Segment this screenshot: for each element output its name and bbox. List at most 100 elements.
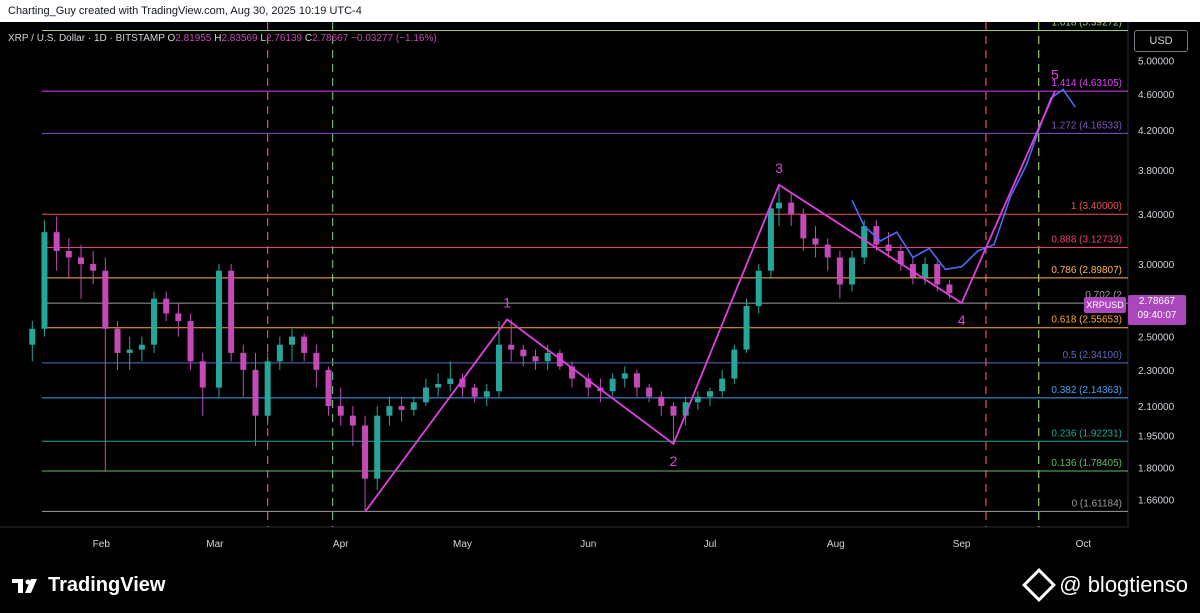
candle-body xyxy=(731,349,738,379)
candle-body xyxy=(374,415,381,479)
candle-body xyxy=(175,313,182,322)
symbol-name: XRP / U.S. Dollar · 1D · BITSTAMP xyxy=(8,33,165,44)
candle-body xyxy=(755,270,762,307)
candle-body xyxy=(386,406,393,416)
symbol-badge: XRPUSD xyxy=(1084,297,1126,313)
last-price-badge: 2.78667 09:40:07 xyxy=(1128,295,1186,325)
attribution-bar: Charting_Guy created with TradingView.co… xyxy=(0,0,1200,22)
candle-body xyxy=(410,402,417,410)
attribution-text: Charting_Guy created with TradingView.co… xyxy=(8,5,362,17)
fib-level-label: 0 (1.61184) xyxy=(1072,498,1122,509)
fib-level-label: 0.136 (1.78405) xyxy=(1051,458,1122,469)
high-value: 2.83569 xyxy=(221,33,258,44)
candle-body xyxy=(946,284,953,293)
x-tick-label: Mar xyxy=(206,539,224,550)
chart-area[interactable]: 1.618 (5.39272) 1.414 (4.63105) 1.272 (4.1… xyxy=(0,18,1200,560)
candle-body xyxy=(532,356,539,362)
candle-body xyxy=(508,344,515,350)
x-tick-label: Sep xyxy=(953,539,971,550)
candle-body xyxy=(658,396,665,407)
candle-body xyxy=(422,387,429,403)
candle-body xyxy=(520,349,527,357)
y-tick-label: 2.50000 xyxy=(1138,333,1175,344)
x-tick-label: May xyxy=(453,539,472,550)
fib-level-label: 0.236 (1.92231) xyxy=(1051,428,1122,439)
candle-body xyxy=(349,415,356,426)
candle-body xyxy=(849,257,856,285)
candle-body xyxy=(621,373,628,379)
projection-path xyxy=(851,88,1076,271)
candle-body xyxy=(289,336,296,345)
candle-body xyxy=(325,369,332,407)
change-value: −0.03277 (−1.16%) xyxy=(351,33,437,44)
candle-body xyxy=(114,328,121,353)
y-tick-label: 2.30000 xyxy=(1138,366,1175,377)
price-chart[interactable]: 1.618 (5.39272) 1.414 (4.63105) 1.272 (4.1… xyxy=(0,18,1200,560)
watermark-text: @ blogtienso xyxy=(1059,572,1188,597)
y-tick-label: 4.20000 xyxy=(1138,126,1175,137)
candle-body xyxy=(362,425,369,479)
candle-body xyxy=(252,369,259,416)
candle-body xyxy=(199,361,206,388)
wave-label: 5 xyxy=(1051,66,1059,82)
candle-body xyxy=(90,264,97,271)
candle-body xyxy=(398,406,405,410)
fib-level-label: 1.272 (4.16533) xyxy=(1051,120,1122,131)
candle-body xyxy=(609,378,616,392)
candle-body xyxy=(495,344,502,392)
x-tick-label: Jul xyxy=(704,539,717,550)
y-tick-label: 4.60000 xyxy=(1138,90,1175,101)
candle-body xyxy=(163,298,170,314)
low-value: 2.76139 xyxy=(265,33,303,44)
candle-body xyxy=(435,383,442,388)
candle-body xyxy=(29,328,36,345)
candle-body xyxy=(102,270,109,329)
candle-body xyxy=(240,352,247,370)
y-tick-label: 5.00000 xyxy=(1138,57,1175,68)
candle-body xyxy=(77,257,84,265)
fib-level-label: 0.786 (2.89807) xyxy=(1051,265,1122,276)
x-tick-label: Oct xyxy=(1076,539,1092,550)
x-tick-label: Feb xyxy=(93,539,111,550)
candle-body xyxy=(41,232,48,329)
tradingview-icon xyxy=(12,578,37,593)
fib-level-label: 0.382 (2.14363) xyxy=(1051,385,1122,396)
open-value: 2.81955 xyxy=(175,33,212,44)
y-tick-label: 3.40000 xyxy=(1138,210,1175,221)
candle-body xyxy=(215,270,222,388)
wave-label: 1 xyxy=(503,295,511,311)
candle-body xyxy=(922,264,929,278)
currency-button[interactable]: USD xyxy=(1134,30,1188,52)
candle-body xyxy=(337,406,344,416)
candle-body xyxy=(633,373,640,388)
y-tick-label: 1.80000 xyxy=(1138,463,1175,474)
candle-body xyxy=(775,202,782,209)
wave-label: 3 xyxy=(775,160,783,176)
candle-body xyxy=(694,396,701,403)
x-tick-label: Aug xyxy=(827,539,845,550)
candle-body xyxy=(743,306,750,350)
watermark: @ blogtienso xyxy=(1022,568,1188,602)
candle-body xyxy=(301,336,308,353)
y-tick-label: 1.95000 xyxy=(1138,432,1175,443)
y-tick-label: 3.00000 xyxy=(1138,260,1175,271)
candle-body xyxy=(138,344,145,350)
elliott-wave-path xyxy=(364,90,1056,513)
fib-level-label: 1 (3.40000) xyxy=(1071,201,1122,212)
candle-body xyxy=(707,391,714,397)
x-tick-label: Apr xyxy=(333,539,349,550)
wave-label: 2 xyxy=(670,453,678,469)
candle-body xyxy=(228,270,235,353)
footer: TradingView @ blogtienso xyxy=(0,560,1200,613)
bar-countdown: 09:40:07 xyxy=(1137,310,1177,321)
candle-body xyxy=(276,344,283,362)
fib-level-label: 0.5 (2.34100) xyxy=(1063,350,1123,361)
candle-body xyxy=(719,378,726,392)
tradingview-logo[interactable]: TradingView xyxy=(12,574,165,597)
candle-body xyxy=(187,321,194,362)
fib-level-label: 1.414 (4.63105) xyxy=(1051,78,1122,89)
y-tick-label: 2.10000 xyxy=(1138,402,1175,413)
candle-body xyxy=(483,391,490,397)
fib-level-label: 0.618 (2.55653) xyxy=(1051,315,1122,326)
candle-body xyxy=(934,264,941,285)
